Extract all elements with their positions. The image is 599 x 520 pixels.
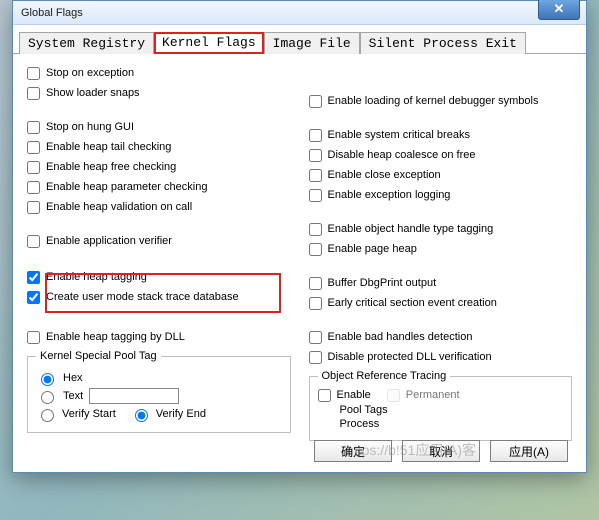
tab-image-file[interactable]: Image File — [264, 32, 360, 54]
tab-system-registry[interactable]: System Registry — [19, 32, 154, 54]
chk-close-exception[interactable]: Enable close exception — [309, 168, 573, 182]
kernel-pool-legend: Kernel Special Pool Tag — [36, 350, 161, 362]
radio-verify-end[interactable] — [135, 409, 148, 422]
chk-page-heap[interactable]: Enable page heap — [309, 242, 573, 256]
chk-valid-call[interactable]: Enable heap validation on call — [27, 200, 291, 214]
chk-free-check[interactable]: Enable heap free checking — [27, 160, 291, 174]
titlebar: Global Flags — [13, 1, 586, 25]
chk-param-check[interactable]: Enable heap parameter checking — [27, 180, 291, 194]
chk-stack-db[interactable]: Create user mode stack trace database — [27, 290, 291, 304]
kernel-pool-group: Kernel Special Pool Tag Hex Text Verify … — [27, 350, 291, 433]
apply-button[interactable]: 应用(A) — [490, 440, 568, 462]
chk-stop-exception[interactable]: Stop on exception — [27, 66, 291, 80]
chk-load-symbols[interactable]: Enable loading of kernel debugger symbol… — [309, 94, 573, 108]
dialog-buttons: 确定 取消 应用(A) — [314, 440, 568, 462]
ort-pool-tags-label: Pool Tags — [318, 404, 564, 416]
chk-sys-breaks[interactable]: Enable system critical breaks — [309, 128, 573, 142]
ort-process-label: Process — [318, 418, 564, 430]
chk-buf-dbgprint[interactable]: Buffer DbgPrint output — [309, 276, 573, 290]
window-title: Global Flags — [21, 7, 83, 19]
chk-app-verifier[interactable]: Enable application verifier — [27, 234, 291, 248]
cancel-button[interactable]: 取消 — [402, 440, 480, 462]
chk-show-loader[interactable]: Show loader snaps — [27, 86, 291, 100]
radio-verify-start[interactable] — [41, 409, 54, 422]
chk-stop-hung[interactable]: Stop on hung GUI — [27, 120, 291, 134]
right-column: Enable loading of kernel debugger symbol… — [309, 64, 573, 441]
pool-text-input[interactable] — [89, 388, 179, 404]
global-flags-window: Global Flags System Registry Kernel Flag… — [12, 0, 587, 473]
left-column: Stop on exception Show loader snaps Stop… — [27, 64, 291, 441]
radio-text[interactable] — [41, 391, 54, 404]
close-icon[interactable] — [538, 0, 580, 20]
chk-heap-tagging[interactable]: Enable heap tagging — [27, 270, 291, 284]
chk-obj-tag[interactable]: Enable object handle type tagging — [309, 222, 573, 236]
object-ref-group: Object Reference Tracing Enable Permanen… — [309, 370, 573, 441]
chk-disable-dll[interactable]: Disable protected DLL verification — [309, 350, 573, 364]
tab-silent-process-exit[interactable]: Silent Process Exit — [360, 32, 526, 54]
chk-bad-handles[interactable]: Enable bad handles detection — [309, 330, 573, 344]
chk-early-cs[interactable]: Early critical section event creation — [309, 296, 573, 310]
tab-pane: Stop on exception Show loader snaps Stop… — [13, 54, 586, 472]
tab-strip: System Registry Kernel Flags Image File … — [13, 25, 586, 54]
chk-tag-by-dll[interactable]: Enable heap tagging by DLL — [27, 330, 291, 344]
chk-tail-check[interactable]: Enable heap tail checking — [27, 140, 291, 154]
ok-button[interactable]: 确定 — [314, 440, 392, 462]
object-ref-legend: Object Reference Tracing — [318, 370, 451, 382]
chk-exc-logging[interactable]: Enable exception logging — [309, 188, 573, 202]
chk-ort-permanent[interactable]: Permanent — [387, 388, 460, 402]
radio-hex[interactable] — [41, 373, 54, 386]
tab-kernel-flags[interactable]: Kernel Flags — [154, 32, 264, 54]
chk-disable-coalesce[interactable]: Disable heap coalesce on free — [309, 148, 573, 162]
chk-ort-enable[interactable]: Enable — [318, 388, 371, 402]
